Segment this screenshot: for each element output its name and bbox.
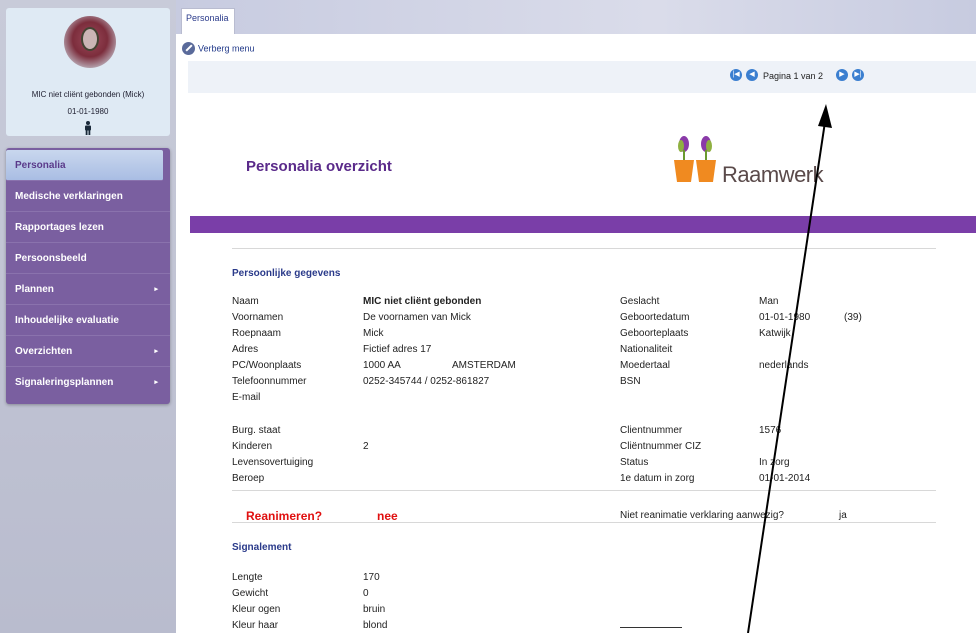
label-status: Status bbox=[620, 457, 649, 468]
dnr-declaration-label: Niet reanimatie verklaring aanwezig? bbox=[620, 510, 784, 521]
value-roepnaam: Mick bbox=[363, 328, 384, 339]
value-woonplaats: AMSTERDAM bbox=[452, 360, 516, 371]
last-page-icon[interactable]: ▶| bbox=[852, 69, 864, 81]
hide-menu-button[interactable]: Verberg menu bbox=[182, 42, 255, 58]
client-avatar bbox=[64, 16, 116, 68]
value-lengte: 170 bbox=[363, 572, 380, 583]
label-datum-in-zorg: 1e datum in zorg bbox=[620, 473, 695, 484]
tulip-pots-icon bbox=[674, 136, 716, 182]
menu-item-label: Rapportages lezen bbox=[15, 222, 104, 233]
report-title: Personalia overzicht bbox=[246, 158, 392, 175]
section-heading-signalement: Signalement bbox=[232, 542, 292, 553]
menu-item-persoonsbeeld[interactable]: Persoonsbeeld bbox=[6, 243, 170, 274]
menu-item-medische-verklaringen[interactable]: Medische verklaringen bbox=[6, 181, 170, 212]
value-kleur-ogen: bruin bbox=[363, 604, 386, 615]
label-beroep: Beroep bbox=[232, 473, 265, 484]
avatar-face bbox=[81, 27, 99, 51]
menu-item-personalia[interactable]: Personalia bbox=[6, 150, 163, 181]
label-geboortedatum: Geboortedatum bbox=[620, 312, 690, 323]
section-heading-personal: Persoonlijke gegevens bbox=[232, 268, 341, 279]
label-clientnummer: Clientnummer bbox=[620, 425, 683, 436]
resuscitation-value: nee bbox=[377, 509, 398, 523]
divider bbox=[232, 248, 936, 249]
chevron-right-icon: ▸ bbox=[154, 379, 158, 386]
sidebar: MIC niet cliënt gebonden (Mick) 01-01-19… bbox=[0, 0, 176, 633]
label-geboorteplaats: Geboorteplaats bbox=[620, 328, 689, 339]
divider bbox=[232, 522, 936, 523]
value-clientnummer: 1576 bbox=[759, 425, 782, 436]
label-clientnummer-ciz: Cliëntnummer CIZ bbox=[620, 441, 702, 452]
menu-item-inhoudelijke-evaluatie[interactable]: Inhoudelijke evaluatie bbox=[6, 305, 170, 336]
value-status: In zorg bbox=[759, 457, 790, 468]
label-kleur-ogen: Kleur ogen bbox=[232, 604, 281, 615]
value-adres: Fictief adres 17 bbox=[363, 344, 432, 355]
menu-item-label: Inhoudelijke evaluatie bbox=[15, 315, 119, 326]
label-email: E-mail bbox=[232, 392, 261, 403]
label-burg-staat: Burg. staat bbox=[232, 425, 281, 436]
client-profile-card: MIC niet cliënt gebonden (Mick) 01-01-19… bbox=[6, 8, 170, 136]
tab-bar: Personalia bbox=[176, 0, 976, 34]
label-moedertaal: Moedertaal bbox=[620, 360, 671, 371]
label-kleur-haar: Kleur haar bbox=[232, 620, 279, 631]
label-kinderen: Kinderen bbox=[232, 441, 273, 452]
tab-personalia[interactable]: Personalia bbox=[181, 8, 235, 34]
value-kleur-haar: blond bbox=[363, 620, 388, 631]
label-nationaliteit: Nationaliteit bbox=[620, 344, 673, 355]
value-geslacht: Man bbox=[759, 296, 779, 307]
chevron-right-icon: ▸ bbox=[154, 286, 158, 293]
menu-item-label: Plannen bbox=[15, 284, 54, 295]
menu-item-label: Medische verklaringen bbox=[15, 191, 123, 202]
pencil-icon bbox=[182, 42, 195, 55]
value-voornamen: De voornamen van Mick bbox=[363, 312, 471, 323]
menu-item-signaleringsplannen[interactable]: Signaleringsplannen ▸ bbox=[6, 367, 170, 398]
main-content: Verberg menu |◀ ◀ Pagina 1 van 2 ▶ ▶| Pe… bbox=[176, 34, 976, 633]
label-bsn: BSN bbox=[620, 376, 641, 387]
report-pager: |◀ ◀ Pagina 1 van 2 ▶ ▶| bbox=[188, 61, 976, 93]
header-band bbox=[190, 216, 976, 233]
label-adres: Adres bbox=[232, 344, 259, 355]
menu-item-label: Persoonsbeeld bbox=[15, 253, 87, 264]
value-moedertaal: nederlands bbox=[759, 360, 809, 371]
value-geboortedatum: 01-01-1980 bbox=[759, 312, 811, 323]
page-indicator: Pagina 1 van 2 bbox=[763, 71, 824, 81]
menu-item-plannen[interactable]: Plannen ▸ bbox=[6, 274, 170, 305]
value-telefoonnummer: 0252-345744 / 0252-861827 bbox=[363, 376, 490, 387]
label-pc-woonplaats: PC/Woonplaats bbox=[232, 360, 302, 371]
label-lengte: Lengte bbox=[232, 572, 263, 583]
label-voornamen: Voornamen bbox=[232, 312, 284, 323]
hide-menu-label: Verberg menu bbox=[198, 43, 255, 54]
value-kinderen: 2 bbox=[363, 441, 369, 452]
divider bbox=[232, 490, 936, 491]
value-naam: MIC niet cliënt gebonden bbox=[363, 296, 482, 307]
value-age: (39) bbox=[844, 312, 862, 323]
client-name: MIC niet cliënt gebonden (Mick) bbox=[31, 90, 145, 99]
menu-item-label: Overzichten bbox=[15, 346, 73, 357]
client-dob: 01-01-1980 bbox=[67, 107, 109, 116]
label-naam: Naam bbox=[232, 296, 259, 307]
raamwerk-logo: Raamwerk bbox=[674, 134, 824, 190]
label-gewicht: Gewicht bbox=[232, 588, 269, 599]
value-postcode: 1000 AA bbox=[363, 360, 401, 371]
person-icon bbox=[85, 121, 91, 135]
menu-item-label: Signaleringsplannen bbox=[15, 377, 114, 388]
label-levensovertuiging: Levensovertuiging bbox=[232, 457, 314, 468]
menu-item-rapportages-lezen[interactable]: Rapportages lezen bbox=[6, 212, 170, 243]
value-datum-in-zorg: 01-01-2014 bbox=[759, 473, 811, 484]
label-telefoonnummer: Telefoonnummer bbox=[232, 376, 307, 387]
prev-page-icon[interactable]: ◀ bbox=[746, 69, 758, 81]
value-geboorteplaats: Katwijk bbox=[759, 328, 791, 339]
logo-wordmark: Raamwerk bbox=[722, 162, 824, 187]
dnr-declaration-value: ja bbox=[839, 510, 847, 521]
first-page-icon[interactable]: |◀ bbox=[730, 69, 742, 81]
signature-line bbox=[620, 627, 682, 628]
chevron-right-icon: ▸ bbox=[154, 348, 158, 355]
label-roepnaam: Roepnaam bbox=[232, 328, 281, 339]
next-page-icon[interactable]: ▶ bbox=[836, 69, 848, 81]
menu-item-label: Personalia bbox=[15, 160, 66, 171]
main-menu: Personalia Medische verklaringen Rapport… bbox=[6, 148, 170, 404]
menu-item-overzichten[interactable]: Overzichten ▸ bbox=[6, 336, 170, 367]
resuscitation-label: Reanimeren? bbox=[246, 509, 323, 523]
label-geslacht: Geslacht bbox=[620, 296, 660, 307]
value-gewicht: 0 bbox=[363, 588, 369, 599]
